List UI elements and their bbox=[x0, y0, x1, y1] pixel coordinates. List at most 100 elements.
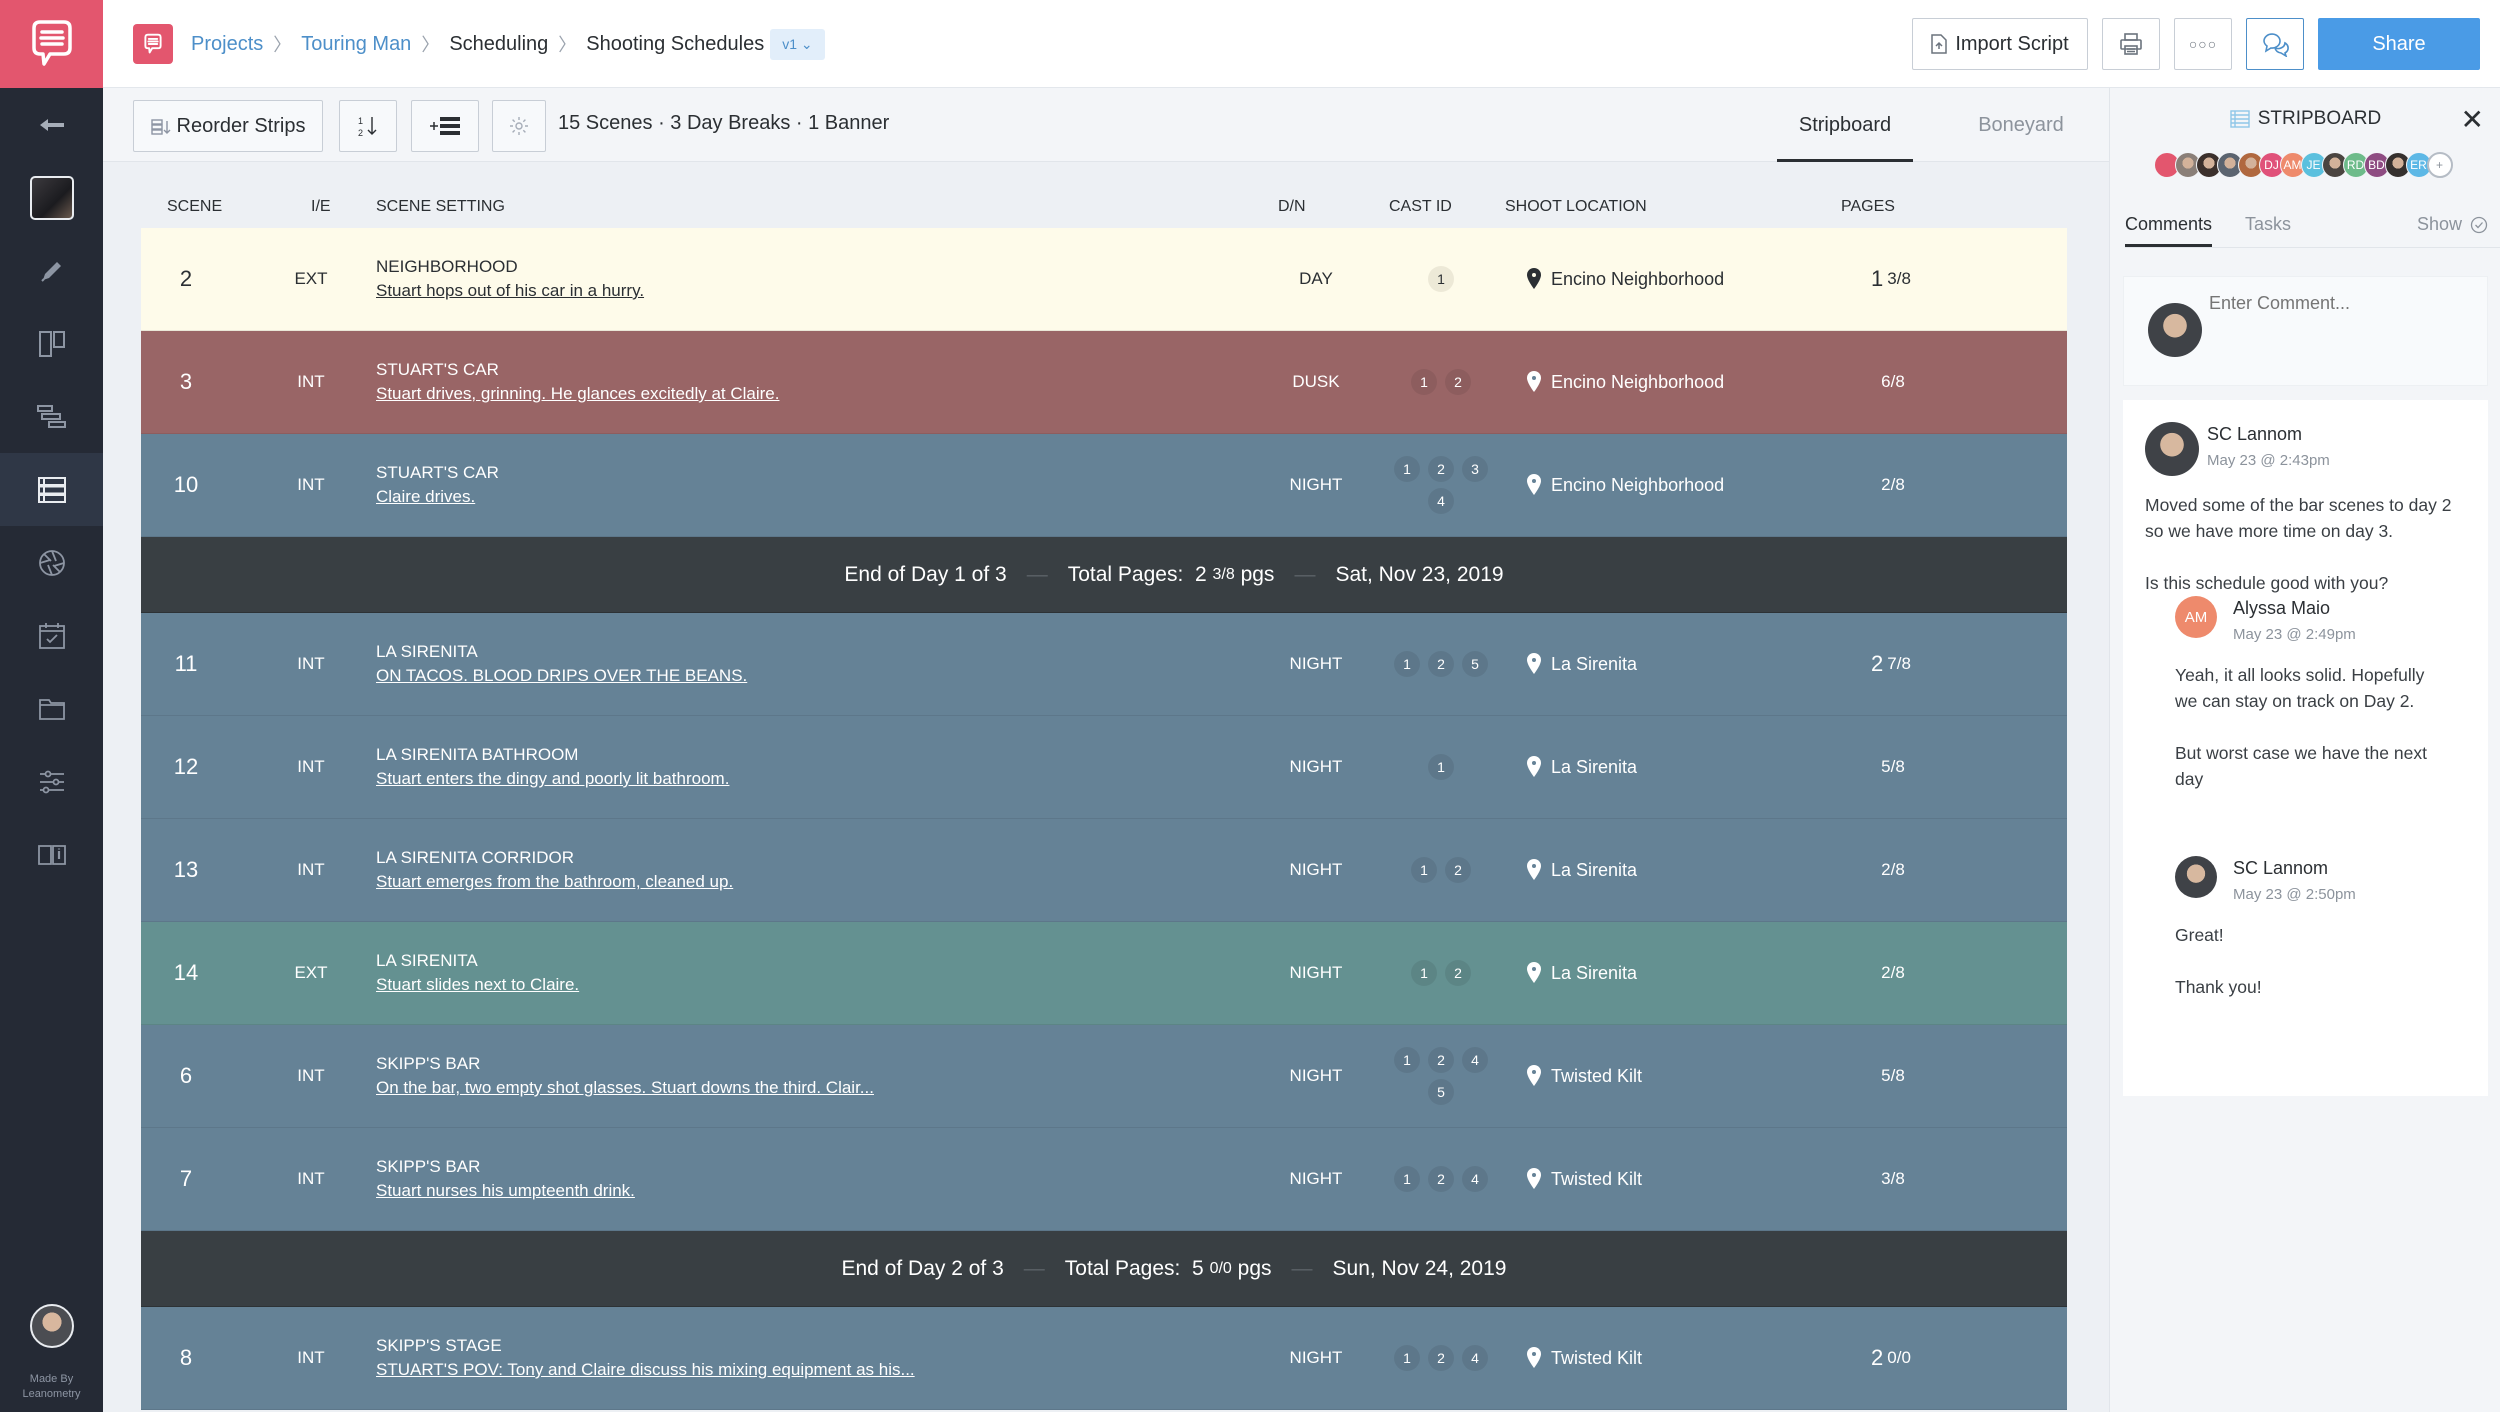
share-button[interactable]: Share bbox=[2318, 18, 2480, 70]
sort-numeric-button[interactable]: 12 bbox=[339, 100, 397, 152]
cast-id-chip[interactable]: 2 bbox=[1445, 857, 1471, 883]
scene-strip[interactable]: 10 INT STUART'S CAR Claire drives. NIGHT… bbox=[141, 434, 2067, 537]
shoot-location[interactable]: La Sirenita bbox=[1521, 613, 1821, 715]
breadcrumb-touring-man[interactable]: Touring Man bbox=[301, 33, 411, 56]
scene-description-link[interactable]: Claire drives. bbox=[376, 487, 475, 507]
reorder-strips-button[interactable]: Reorder Strips bbox=[133, 100, 323, 152]
scene-description-link[interactable]: Stuart enters the dingy and poorly lit b… bbox=[376, 769, 729, 789]
sidebar-item-calendar[interactable] bbox=[0, 599, 103, 672]
col-pages[interactable]: PAGES bbox=[1841, 198, 1895, 216]
sidebar-item-settings[interactable] bbox=[0, 745, 103, 818]
scene-strip[interactable]: 14 EXT LA SIRENITA Stuart slides next to… bbox=[141, 922, 2067, 1025]
comment-input[interactable] bbox=[2209, 293, 2469, 314]
scene-description-link[interactable]: Stuart slides next to Claire. bbox=[376, 975, 579, 995]
shoot-location[interactable]: Twisted Kilt bbox=[1521, 1307, 1821, 1409]
shoot-location[interactable]: Encino Neighborhood bbox=[1521, 434, 1821, 536]
cast-id-chip[interactable]: 1 bbox=[1411, 369, 1437, 395]
more-options-button[interactable]: ○○○ bbox=[2174, 18, 2232, 70]
sidebar-item-stripboard[interactable] bbox=[0, 453, 103, 526]
scene-description-link[interactable]: STUART'S POV: Tony and Claire discuss hi… bbox=[376, 1360, 915, 1380]
col-scene[interactable]: SCENE bbox=[167, 198, 222, 216]
strip-settings-button[interactable] bbox=[492, 100, 546, 152]
col-cast-id[interactable]: CAST ID bbox=[1389, 198, 1452, 216]
cast-id-chip[interactable]: 2 bbox=[1445, 960, 1471, 986]
sidebar-item-storyboard[interactable] bbox=[0, 307, 103, 380]
scene-strip[interactable]: 3 INT STUART'S CAR Stuart drives, grinni… bbox=[141, 331, 2067, 434]
breadcrumb-scheduling[interactable]: Scheduling bbox=[449, 33, 548, 56]
cast-id-chip[interactable]: 3 bbox=[1462, 456, 1488, 482]
breadcrumb-projects[interactable]: Projects bbox=[191, 33, 263, 56]
cast-id-chip[interactable]: 4 bbox=[1428, 488, 1454, 514]
scene-strip[interactable]: 7 INT SKIPP'S BAR Stuart nurses his umpt… bbox=[141, 1128, 2067, 1231]
cast-id-chip[interactable]: 1 bbox=[1394, 1166, 1420, 1192]
scene-strip[interactable]: 13 INT LA SIRENITA CORRIDOR Stuart emerg… bbox=[141, 819, 2067, 922]
cast-id-chip[interactable]: 1 bbox=[1428, 754, 1454, 780]
scene-strip[interactable]: 12 INT LA SIRENITA BATHROOM Stuart enter… bbox=[141, 716, 2067, 819]
scene-strip[interactable]: 11 INT LA SIRENITA ON TACOS. BLOOD DRIPS… bbox=[141, 613, 2067, 716]
comments-toggle-button[interactable] bbox=[2246, 18, 2304, 70]
col-dn[interactable]: D/N bbox=[1278, 198, 1306, 216]
cast-id-chip[interactable]: 4 bbox=[1462, 1047, 1488, 1073]
sidebar-item-help[interactable] bbox=[0, 818, 103, 891]
tab-boneyard[interactable]: Boneyard bbox=[1933, 88, 2109, 162]
shoot-location[interactable]: La Sirenita bbox=[1521, 922, 1821, 1024]
cast-id-chip[interactable]: 1 bbox=[1411, 960, 1437, 986]
day-break-strip[interactable]: End of Day 1 of 3 — Total Pages: 2 3/8 p… bbox=[141, 537, 2067, 613]
sidebar-item-shot-list[interactable] bbox=[0, 526, 103, 599]
day-break-strip[interactable]: End of Day 2 of 3 — Total Pages: 5 0/0 p… bbox=[141, 1231, 2067, 1307]
shoot-location[interactable]: La Sirenita bbox=[1521, 819, 1821, 921]
scene-description-link[interactable]: On the bar, two empty shot glasses. Stua… bbox=[376, 1078, 874, 1098]
scene-strip[interactable]: 6 INT SKIPP'S BAR On the bar, two empty … bbox=[141, 1025, 2067, 1128]
scene-description-link[interactable]: Stuart drives, grinning. He glances exci… bbox=[376, 384, 779, 404]
col-scene-setting[interactable]: SCENE SETTING bbox=[376, 198, 505, 216]
sidebar-item-back[interactable] bbox=[0, 88, 103, 161]
add-strip-button[interactable] bbox=[411, 100, 479, 152]
shoot-location[interactable]: Twisted Kilt bbox=[1521, 1025, 1821, 1127]
cast-id-chip[interactable]: 1 bbox=[1394, 1047, 1420, 1073]
cast-id-chip[interactable]: 1 bbox=[1394, 456, 1420, 482]
cast-id-chip[interactable]: 1 bbox=[1428, 266, 1454, 292]
cast-id-chip[interactable]: 4 bbox=[1462, 1345, 1488, 1371]
cast-id-chip[interactable]: 5 bbox=[1462, 651, 1488, 677]
cast-id-chip[interactable]: 2 bbox=[1428, 456, 1454, 482]
shoot-location[interactable]: Encino Neighborhood bbox=[1521, 228, 1821, 330]
user-avatar[interactable] bbox=[29, 1304, 74, 1348]
cast-id-chip[interactable]: 2 bbox=[1428, 1345, 1454, 1371]
shoot-location[interactable]: Twisted Kilt bbox=[1521, 1128, 1821, 1230]
tab-tasks[interactable]: Tasks bbox=[2245, 214, 2291, 235]
cast-id-chip[interactable]: 1 bbox=[1411, 857, 1437, 883]
cast-id-chip[interactable]: 2 bbox=[1445, 369, 1471, 395]
cast-id-chip[interactable]: 2 bbox=[1428, 1047, 1454, 1073]
scene-description-link[interactable]: ON TACOS. BLOOD DRIPS OVER THE BEANS. bbox=[376, 666, 747, 686]
sidebar-item-project[interactable] bbox=[0, 161, 103, 234]
shoot-location[interactable]: Encino Neighborhood bbox=[1521, 331, 1821, 433]
import-script-button[interactable]: Import Script bbox=[1912, 18, 2088, 70]
scene-description-link[interactable]: Stuart nurses his umpteenth drink. bbox=[376, 1181, 635, 1201]
scene-description-link[interactable]: Stuart hops out of his car in a hurry. bbox=[376, 281, 644, 301]
scene-strip[interactable]: 8 INT SKIPP'S STAGE STUART'S POV: Tony a… bbox=[141, 1307, 2067, 1410]
scene-strip[interactable]: 2 EXT NEIGHBORHOOD Stuart hops out of hi… bbox=[141, 228, 2067, 331]
tab-comments[interactable]: Comments bbox=[2125, 214, 2213, 247]
cast-id-chip[interactable]: 1 bbox=[1394, 1345, 1420, 1371]
sidebar-item-write[interactable] bbox=[0, 234, 103, 307]
sidebar-item-files[interactable] bbox=[0, 672, 103, 745]
cast-id-chip[interactable]: 4 bbox=[1462, 1166, 1488, 1192]
add-collaborator-button[interactable]: + bbox=[2426, 152, 2453, 178]
col-shoot-location[interactable]: SHOOT LOCATION bbox=[1505, 198, 1647, 216]
col-ie[interactable]: I/E bbox=[311, 198, 331, 216]
version-dropdown[interactable]: v1 ⌄ bbox=[770, 28, 825, 60]
cast-id-chip[interactable]: 2 bbox=[1428, 1166, 1454, 1192]
cast-id-chip[interactable]: 1 bbox=[1394, 651, 1420, 677]
close-icon[interactable]: ✕ bbox=[2461, 106, 2484, 134]
cast-id-chip[interactable]: 5 bbox=[1428, 1079, 1454, 1105]
shoot-location[interactable]: La Sirenita bbox=[1521, 716, 1821, 818]
tab-stripboard[interactable]: Stripboard bbox=[1757, 88, 1933, 162]
int-ext: INT bbox=[297, 1169, 325, 1188]
show-resolved-toggle[interactable]: Show bbox=[2417, 214, 2488, 235]
app-logo[interactable] bbox=[0, 0, 103, 88]
cast-id-chip[interactable]: 2 bbox=[1428, 651, 1454, 677]
scene-description-link[interactable]: Stuart emerges from the bathroom, cleane… bbox=[376, 872, 733, 892]
print-button[interactable] bbox=[2102, 18, 2160, 70]
sidebar-item-breakdown[interactable] bbox=[0, 380, 103, 453]
brand-link[interactable]: Leanometry bbox=[0, 1387, 103, 1402]
